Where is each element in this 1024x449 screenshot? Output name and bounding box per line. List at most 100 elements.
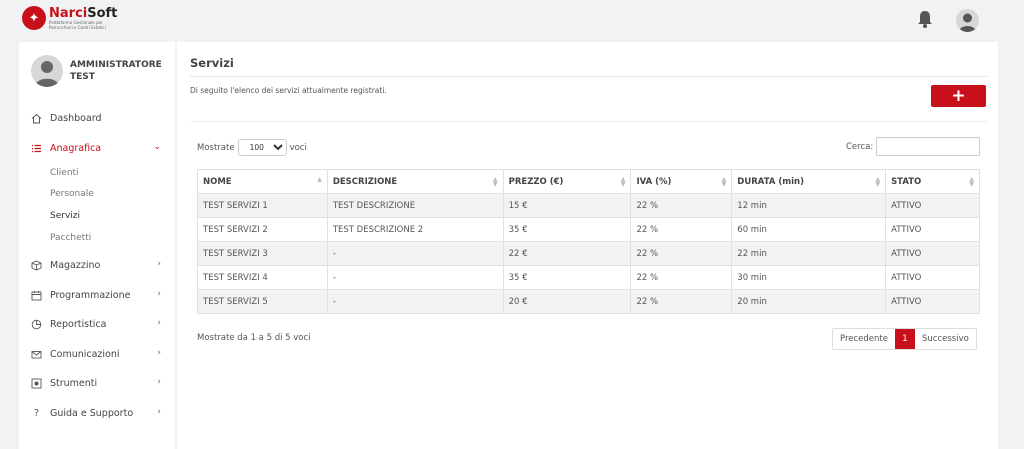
- sparkle-logo-icon: ✦: [22, 6, 46, 30]
- cell-prezzo: 35 €: [502, 265, 632, 290]
- brand-tagline: Piattaforma Gestionale per Parrucchieri …: [49, 19, 106, 30]
- sort-icon: ▲ ▼: [875, 176, 881, 188]
- sidebar-item-programmazione[interactable]: Programmazione ›: [31, 287, 171, 303]
- sort-icon: ▲ ▼: [620, 176, 626, 188]
- table-row[interactable]: TEST SERVIZI 5 - 20 € 22 % 20 min ATTIVO: [197, 289, 980, 314]
- cell-iva: 22 %: [630, 241, 733, 266]
- cell-descrizione: TEST DESCRIZIONE: [326, 193, 504, 218]
- cell-nome: TEST SERVIZI 2: [197, 217, 328, 242]
- cell-iva: 22 %: [630, 217, 733, 242]
- chevron-down-icon: ⌄: [153, 142, 161, 152]
- chevron-right-icon: ›: [157, 407, 161, 417]
- cell-durata: 60 min: [731, 217, 887, 242]
- main-content: Servizi Di seguito l'elenco dei servizi …: [177, 42, 998, 449]
- mail-icon: [31, 349, 42, 360]
- search-input[interactable]: [876, 137, 981, 156]
- cell-descrizione: -: [326, 241, 504, 266]
- page-length-control: Mostrate 100 voci: [197, 139, 307, 156]
- logo[interactable]: ✦ NarciSoft Piattaforma Gestionale per P…: [22, 6, 117, 30]
- sidebar-item-anagrafica[interactable]: Anagrafica ⌄: [31, 140, 171, 156]
- cell-stato: ATTIVO: [885, 217, 980, 242]
- page-title: Servizi: [190, 56, 234, 70]
- cell-prezzo: 35 €: [502, 217, 632, 242]
- cell-descrizione: -: [326, 289, 504, 314]
- cell-iva: 22 %: [630, 265, 733, 290]
- sidebar-item-magazzino[interactable]: Magazzino ›: [31, 257, 171, 273]
- chevron-right-icon: ›: [157, 318, 161, 328]
- sidebar-subitem-servizi[interactable]: Servizi: [50, 211, 80, 221]
- sort-icon: ▲ ▼: [969, 176, 974, 188]
- cell-prezzo: 15 €: [502, 193, 632, 218]
- table-row[interactable]: TEST SERVIZI 4 - 35 € 22 % 30 min ATTIVO: [197, 265, 980, 290]
- help-icon: ?: [33, 407, 40, 419]
- column-header-prezzo[interactable]: PREZZO (€) ▲ ▼: [502, 169, 632, 194]
- cell-nome: TEST SERVIZI 1: [197, 193, 328, 218]
- cell-prezzo: 20 €: [502, 289, 632, 314]
- column-header-iva[interactable]: IVA (%) ▲ ▼: [630, 169, 733, 194]
- user-avatar-icon[interactable]: [956, 9, 979, 32]
- page-length-select[interactable]: 100: [237, 139, 287, 156]
- cell-stato: ATTIVO: [885, 289, 980, 314]
- table-info: Mostrate da 1 a 5 di 5 voci: [197, 333, 311, 343]
- column-header-nome[interactable]: NOME ▲: [197, 169, 328, 194]
- sort-asc-icon: ▲: [317, 176, 322, 183]
- sidebar-subitem-personale[interactable]: Personale: [50, 189, 94, 199]
- avatar: [31, 55, 63, 87]
- user-profile: AMMINISTRATORE TEST: [31, 55, 162, 87]
- sidebar-subitem-pacchetti[interactable]: Pacchetti: [50, 233, 91, 243]
- table-header-row: NOME ▲ DESCRIZIONE ▲ ▼ PREZZO (€) ▲ ▼ IVA (%)…: [197, 169, 980, 194]
- cell-descrizione: TEST DESCRIZIONE 2: [326, 217, 504, 242]
- pagination-next-button[interactable]: Successivo: [915, 329, 976, 349]
- chevron-right-icon: ›: [157, 348, 161, 358]
- chevron-right-icon: ›: [157, 289, 161, 299]
- cell-iva: 22 %: [630, 193, 733, 218]
- cell-iva: 22 %: [630, 289, 733, 314]
- table-row[interactable]: TEST SERVIZI 3 - 22 € 22 % 22 min ATTIVO: [197, 241, 980, 266]
- cell-durata: 30 min: [731, 265, 887, 290]
- divider: [190, 76, 987, 77]
- search-control: Cerca:: [846, 137, 981, 156]
- sidebar-item-guida-supporto[interactable]: ? Guida e Supporto ›: [31, 405, 171, 421]
- services-table: NOME ▲ DESCRIZIONE ▲ ▼ PREZZO (€) ▲ ▼ IVA (%)…: [197, 169, 980, 314]
- tools-icon: [31, 378, 42, 389]
- sidebar-item-comunicazioni[interactable]: Comunicazioni ›: [31, 346, 171, 362]
- bell-icon[interactable]: [916, 9, 934, 29]
- chevron-right-icon: ›: [157, 259, 161, 269]
- column-header-durata[interactable]: DURATA (min) ▲ ▼: [731, 169, 887, 194]
- pagination-previous-button[interactable]: Precedente: [833, 329, 895, 349]
- table-row[interactable]: TEST SERVIZI 1 TEST DESCRIZIONE 15 € 22 …: [197, 193, 980, 218]
- sort-icon: ▲ ▼: [492, 176, 498, 188]
- sidebar-subitem-clienti[interactable]: Clienti: [50, 168, 79, 178]
- cell-nome: TEST SERVIZI 3: [197, 241, 328, 266]
- chevron-right-icon: ›: [157, 377, 161, 387]
- brand-name: NarciSoft: [49, 5, 118, 21]
- sort-icon: ▲ ▼: [721, 176, 727, 188]
- cell-nome: TEST SERVIZI 4: [197, 265, 328, 290]
- add-service-button[interactable]: +: [931, 85, 986, 107]
- column-header-stato[interactable]: STATO ▲ ▼: [885, 169, 980, 194]
- table-row[interactable]: TEST SERVIZI 2 TEST DESCRIZIONE 2 35 € 2…: [197, 217, 980, 242]
- cell-nome: TEST SERVIZI 5: [197, 289, 328, 314]
- list-icon: [31, 143, 42, 154]
- box-icon: [31, 260, 42, 271]
- sidebar-item-dashboard[interactable]: Dashboard: [31, 110, 171, 126]
- pagination-page-1[interactable]: 1: [895, 329, 915, 349]
- cell-durata: 12 min: [731, 193, 887, 218]
- page-description: Di seguito l'elenco dei servizi attualme…: [190, 86, 387, 95]
- cell-stato: ATTIVO: [885, 265, 980, 290]
- home-icon: [31, 113, 42, 124]
- pie-chart-icon: [31, 319, 42, 330]
- column-header-descrizione[interactable]: DESCRIZIONE ▲ ▼: [326, 169, 504, 194]
- sidebar-item-strumenti[interactable]: Strumenti ›: [31, 375, 171, 391]
- divider: [190, 121, 987, 122]
- pagination: Precedente 1 Successivo: [832, 328, 977, 350]
- calendar-icon: [31, 290, 42, 301]
- top-bar: ✦ NarciSoft Piattaforma Gestionale per P…: [0, 0, 1024, 40]
- cell-stato: ATTIVO: [885, 193, 980, 218]
- cell-stato: ATTIVO: [885, 241, 980, 266]
- cell-durata: 22 min: [731, 241, 887, 266]
- sidebar-item-reportistica[interactable]: Reportistica ›: [31, 316, 171, 332]
- cell-descrizione: -: [326, 265, 504, 290]
- sidebar: AMMINISTRATORE TEST Dashboard Anagrafica…: [19, 42, 175, 449]
- cell-durata: 20 min: [731, 289, 887, 314]
